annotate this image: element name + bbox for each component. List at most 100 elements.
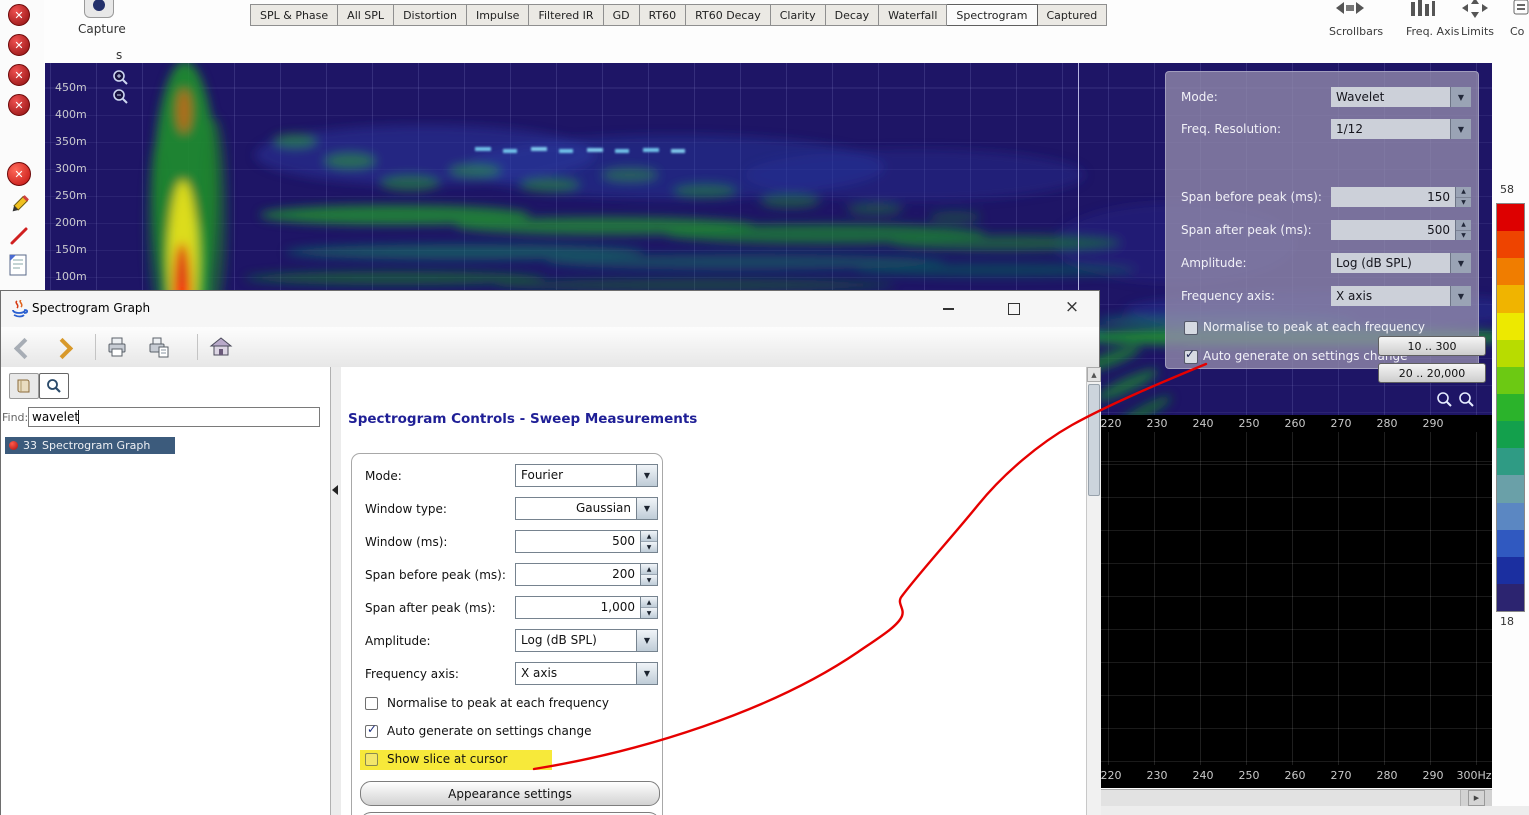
toolbar-button-scrollbars[interactable]: Scrollbars [1329, 25, 1383, 38]
spinner-up-icon[interactable]: ▲ [1456, 220, 1471, 230]
help-title-bar[interactable]: Spectrogram Graph × [1, 291, 1099, 328]
splitter[interactable] [331, 367, 341, 815]
toolbar-button-freq-axis[interactable]: Freq. Axis [1406, 25, 1459, 38]
spinner-down-icon[interactable]: ▼ [1456, 230, 1471, 241]
tab-distortion[interactable]: Distortion [394, 4, 467, 26]
chevron-down-icon[interactable]: ▼ [1450, 119, 1471, 139]
freq-range-button-2[interactable]: 20 .. 20,000 [1378, 363, 1486, 383]
window-type-dropdown[interactable]: Gaussian▼ [515, 497, 658, 520]
tab-clarity[interactable]: Clarity [771, 4, 826, 26]
chevron-down-icon[interactable]: ▼ [636, 630, 657, 651]
normalise-checkbox[interactable] [365, 697, 378, 710]
scroll-up-button[interactable]: ▲ [1087, 367, 1101, 382]
zoom-out-icon[interactable] [111, 87, 129, 105]
freq-axis-icon[interactable] [1408, 0, 1436, 18]
tab-rt60-decay[interactable]: RT60 Decay [686, 4, 771, 26]
appearance-settings-button[interactable]: Appearance settings [360, 781, 660, 806]
freq-tick-label: 300Hz [1450, 769, 1498, 782]
frequency-axis-label: Frequency axis: [1181, 286, 1275, 306]
delete-measurement-icon[interactable]: ✕ [8, 4, 30, 26]
tab-decay[interactable]: Decay [826, 4, 880, 26]
time-axis-label: 450m [55, 81, 85, 94]
chevron-down-icon[interactable]: ▼ [1450, 87, 1471, 107]
print-icon[interactable] [105, 335, 129, 359]
delete-all-icon[interactable]: ✕ [7, 162, 31, 186]
tab-spectrogram[interactable]: Spectrogram [947, 4, 1037, 26]
trace-style-icon[interactable] [9, 226, 29, 246]
notes-icon[interactable] [9, 254, 28, 276]
freq-range-button-1[interactable]: 10 .. 300 [1378, 336, 1486, 356]
spinner-up-icon[interactable]: ▲ [641, 531, 657, 541]
spinner-down-icon[interactable]: ▼ [641, 541, 657, 552]
span-after-spinner[interactable]: 500▲▼ [1331, 220, 1471, 240]
tab-captured[interactable]: Captured [1038, 4, 1108, 26]
spinner-up-icon[interactable]: ▲ [1456, 187, 1471, 197]
find-input[interactable] [28, 407, 320, 427]
spinner-down-icon[interactable]: ▼ [1456, 197, 1471, 208]
scroll-right-button[interactable]: ▶ [1468, 790, 1485, 806]
amplitude-label: Amplitude: [1181, 253, 1247, 273]
scrollbars-icon[interactable] [1334, 0, 1366, 18]
amplitude-dropdown[interactable]: Log (dB SPL)▼ [1331, 253, 1471, 273]
delete-measurement-icon[interactable]: ✕ [8, 94, 30, 116]
chevron-down-icon[interactable]: ▼ [636, 465, 657, 486]
content-scrollbar[interactable]: ▲ [1086, 367, 1101, 815]
print-setup-icon[interactable] [147, 335, 171, 359]
window-type-label: Window type: [365, 497, 447, 521]
spinner-up-icon[interactable]: ▲ [641, 564, 657, 574]
zoom-x-icon[interactable] [1435, 390, 1453, 408]
tab-gd[interactable]: GD [604, 4, 640, 26]
zoom-y-icon[interactable] [1457, 390, 1475, 408]
limits-icon[interactable] [1460, 0, 1490, 18]
capture-icon[interactable] [84, 0, 114, 18]
mode-dropdown[interactable]: Wavelet▼ [1331, 87, 1471, 107]
pencil-icon[interactable] [8, 194, 30, 216]
chevron-down-icon[interactable]: ▼ [636, 663, 657, 684]
toolbar-button-controls[interactable]: Co [1510, 25, 1524, 38]
rew-application: Capture s SPL & Phase All SPL Distortion… [0, 0, 1529, 815]
back-icon[interactable] [14, 338, 35, 359]
spinner-up-icon[interactable]: ▲ [641, 597, 657, 607]
mode-dropdown[interactable]: Fourier▼ [515, 464, 658, 487]
zoom-in-icon[interactable] [111, 68, 129, 86]
freq-resolution-dropdown[interactable]: 1/12▼ [1331, 119, 1471, 139]
forward-icon[interactable] [52, 338, 73, 359]
tab-rt60[interactable]: RT60 [640, 4, 687, 26]
auto-generate-checkbox[interactable] [365, 725, 378, 738]
tab-impulse[interactable]: Impulse [467, 4, 529, 26]
collapse-left-icon[interactable] [332, 485, 338, 495]
amplitude-dropdown[interactable]: Log (dB SPL)▼ [515, 629, 658, 652]
controls-icon[interactable] [1512, 0, 1529, 18]
delete-measurement-icon[interactable]: ✕ [8, 64, 30, 86]
span-before-spinner[interactable]: 150▲▼ [1331, 187, 1471, 207]
close-button[interactable]: × [1055, 296, 1089, 318]
home-icon[interactable] [209, 335, 233, 359]
chevron-down-icon[interactable]: ▼ [1450, 253, 1471, 273]
tab-all-spl[interactable]: All SPL [338, 4, 394, 26]
delete-measurement-icon[interactable]: ✕ [8, 34, 30, 56]
chevron-down-icon[interactable]: ▼ [1450, 286, 1471, 306]
tab-waterfall[interactable]: Waterfall [879, 4, 947, 26]
spinner-down-icon[interactable]: ▼ [641, 574, 657, 585]
auto-generate-checkbox[interactable] [1184, 350, 1198, 364]
toc-tab[interactable] [9, 373, 39, 399]
normalise-checkbox[interactable] [1184, 321, 1198, 335]
search-result-item[interactable]: 33 Spectrogram Graph [5, 437, 175, 454]
span-after-spinner[interactable]: 1,000▲▼ [515, 596, 658, 619]
spinner-down-icon[interactable]: ▼ [641, 607, 657, 618]
scrollbar-thumb[interactable] [1088, 384, 1100, 496]
chevron-down-icon[interactable]: ▼ [636, 498, 657, 519]
capture-button-label[interactable]: Capture [78, 22, 126, 36]
show-slice-checkbox[interactable] [365, 753, 378, 766]
span-before-label: Span before peak (ms): [1181, 187, 1322, 207]
window-ms-spinner[interactable]: 500▲▼ [515, 530, 658, 553]
search-tab[interactable] [39, 373, 69, 399]
minimize-button[interactable] [931, 298, 965, 320]
frequency-axis-dropdown[interactable]: X axis▼ [1331, 286, 1471, 306]
maximize-button[interactable] [997, 298, 1031, 320]
span-before-spinner[interactable]: 200▲▼ [515, 563, 658, 586]
tab-spl-phase[interactable]: SPL & Phase [250, 4, 338, 26]
tab-filtered-ir[interactable]: Filtered IR [529, 4, 603, 26]
frequency-axis-dropdown[interactable]: X axis▼ [515, 662, 658, 685]
toolbar-button-limits[interactable]: Limits [1461, 25, 1494, 38]
